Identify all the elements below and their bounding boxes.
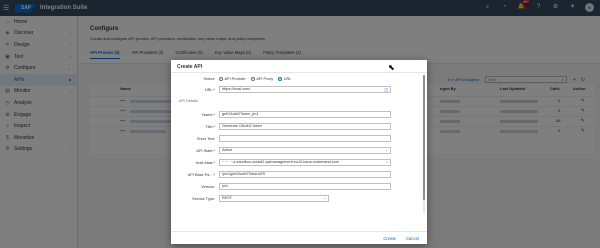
api-details-heading: API Details: [179, 99, 198, 103]
url-label: URL:*: [204, 87, 215, 92]
select-row: Select: API Provider API Proxy URL: [171, 74, 421, 83]
title-row: Title:* Generate OAuth2 token: [171, 122, 421, 131]
api-state-label: API State:*: [196, 148, 215, 153]
version-row: Version: jm1: [171, 182, 421, 191]
chevron-down-icon[interactable]: ⌄: [323, 196, 326, 201]
chevron-down-icon[interactable]: ⌄: [385, 148, 388, 153]
radio-button[interactable]: [250, 76, 255, 81]
title-input[interactable]: Generate OAuth2 token: [219, 123, 391, 130]
dialog-footer: Create Cancel: [171, 231, 427, 244]
name-label: Name:*: [202, 112, 215, 117]
api-state-select[interactable]: Active ⌄: [219, 147, 391, 154]
short-text-label: Short Text:: [196, 136, 215, 141]
title-label: Title:*: [205, 124, 215, 129]
radio-url[interactable]: URL: [278, 76, 291, 81]
host-alias-row: Host Alias:* ········-s-sandbox-ocsbd2.a…: [171, 158, 421, 167]
url-input[interactable]: https://local.com/◫: [219, 86, 391, 93]
radio-button[interactable]: [219, 76, 223, 81]
chevron-down-icon[interactable]: ⌄: [385, 160, 388, 165]
name-row: Name:* getOAuth2Token_jm1: [171, 110, 421, 119]
host-alias-label: Host Alias:*: [195, 160, 215, 165]
short-text-row: Short Text:: [171, 134, 421, 143]
base-path-row: API Base Pa...:* /jm1/getOAuth2TokenURI: [171, 170, 421, 179]
version-input[interactable]: jm1: [219, 183, 391, 190]
value-help-icon[interactable]: ◫: [384, 87, 388, 92]
version-label: Version:: [201, 184, 215, 189]
dialog-scrollbar-thumb[interactable]: [423, 75, 425, 200]
service-type-label: Service Type:: [192, 196, 215, 201]
create-button[interactable]: Create: [383, 236, 396, 241]
name-input[interactable]: getOAuth2Token_jm1: [219, 111, 391, 118]
radio-api-proxy[interactable]: API Proxy: [250, 76, 273, 81]
radio-api-provider[interactable]: API Provider: [219, 76, 246, 81]
base-path-label: API Base Pa...:*: [187, 172, 215, 177]
host-alias-select[interactable]: ········-s-sandbox-ocsbd2.apimanagement.…: [219, 159, 391, 166]
service-type-row: Service Type: REST ⌄: [171, 194, 421, 203]
api-state-row: API State:* Active ⌄: [171, 146, 421, 155]
select-label: Select:: [203, 76, 215, 81]
cancel-button[interactable]: Cancel: [406, 236, 419, 241]
short-text-input[interactable]: [219, 135, 391, 142]
mouse-cursor-icon: ⬉: [388, 63, 395, 72]
create-api-dialog: Create API Select: API Provider API Prox…: [171, 60, 427, 244]
source-radio-group: API Provider API Proxy URL: [219, 76, 291, 81]
dialog-body: Select: API Provider API Proxy URL URL:*…: [171, 73, 427, 231]
service-type-select[interactable]: REST ⌄: [219, 195, 329, 202]
radio-button-selected[interactable]: [278, 76, 283, 81]
url-row: URL:* https://local.com/◫: [171, 85, 421, 94]
base-path-input[interactable]: /jm1/getOAuth2TokenURI: [219, 171, 391, 178]
